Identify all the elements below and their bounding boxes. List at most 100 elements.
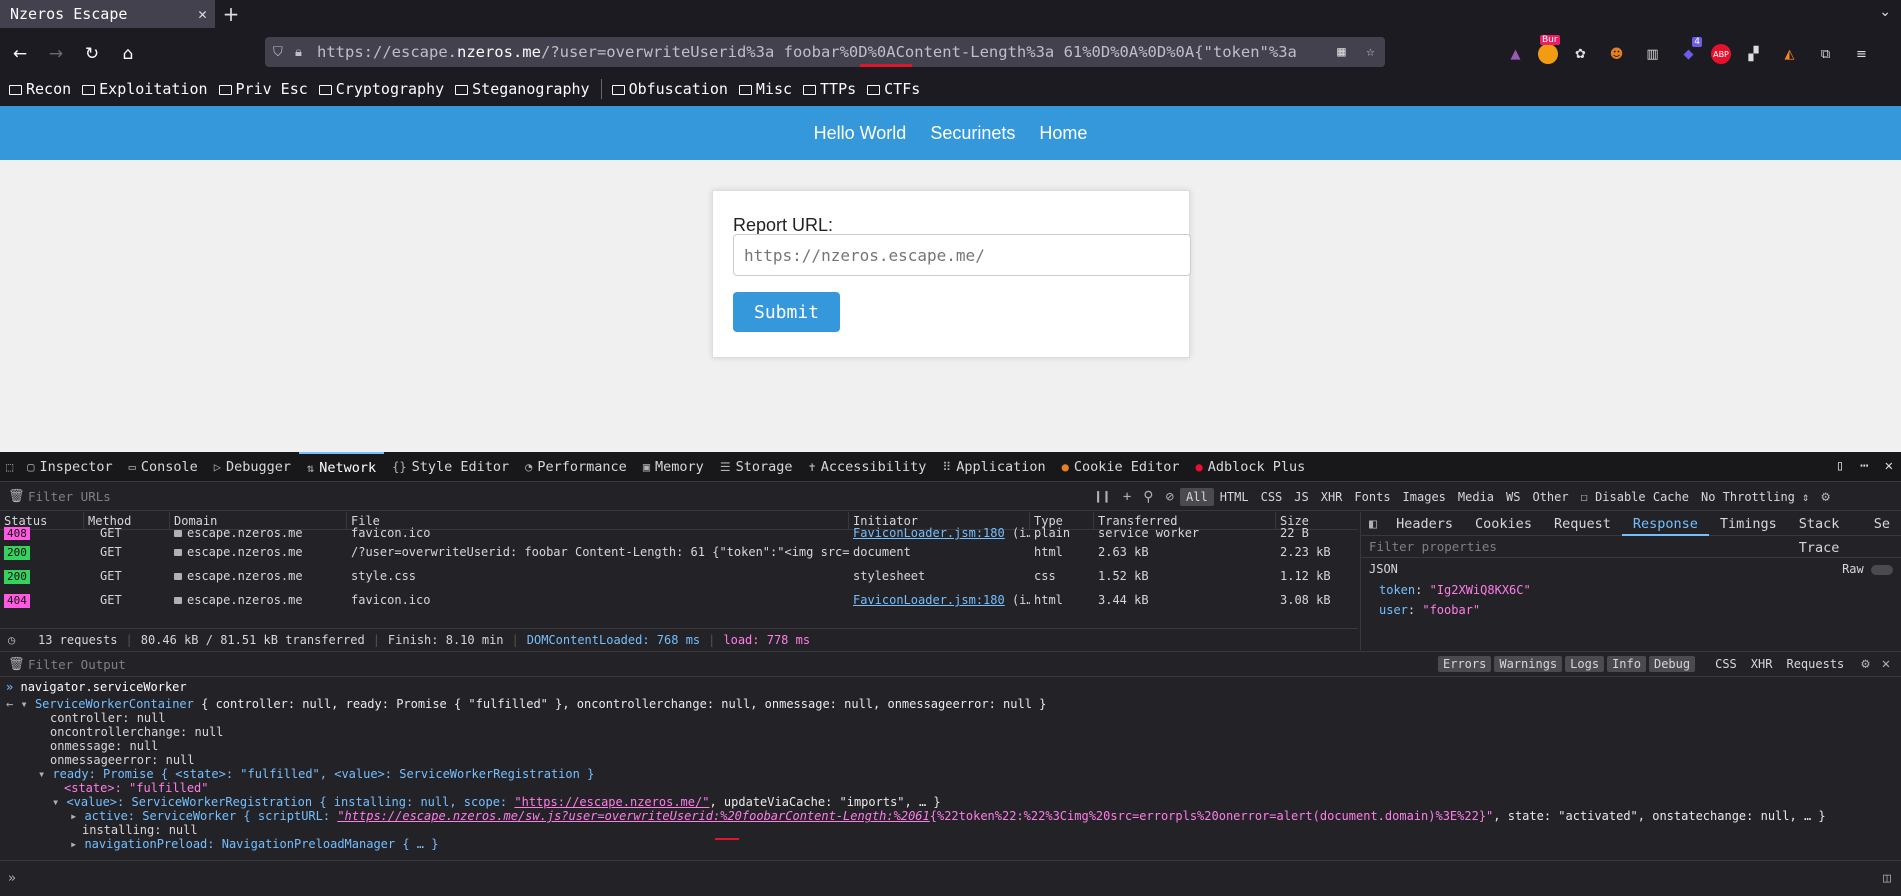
pause-icon[interactable]: ❙❙ [1094,489,1111,505]
filter-debug[interactable]: Debug [1648,656,1696,672]
bookmark-folder-recon[interactable]: Recon [9,80,71,98]
tree-node-active[interactable]: ▸ active: ServiceWorker { scriptURL: "ht… [0,809,1901,823]
settings-gear-icon[interactable]: ⚙ [1861,656,1869,672]
bookmark-folder-misc[interactable]: Misc [738,80,792,98]
dock-icon[interactable]: ▯ [1836,458,1844,474]
close-split-console-icon[interactable]: ✕ [1882,656,1890,672]
submit-button[interactable]: Submit [733,292,840,332]
filter-info[interactable]: Info [1607,656,1646,672]
trash-icon[interactable]: 🗑︎ [8,489,25,504]
user-agent-icon[interactable]: ☻ [1603,41,1630,68]
settings-gear-icon[interactable]: ⚙ [1821,489,1829,505]
table-row[interactable]: 200 GET escape.nzeros.me /?user=overwrit… [0,540,1358,564]
add-icon[interactable]: + [1123,489,1131,505]
nav-link-securinets[interactable]: Securinets [918,123,1027,144]
report-url-input[interactable] [733,234,1191,276]
forward-button[interactable]: → [38,40,74,68]
lock-icon[interactable]: 🔒︎ [295,45,317,60]
metamask-icon[interactable]: ◭ [1776,41,1803,68]
tab-stack-trace[interactable]: Stack Trace [1788,512,1863,556]
block-icon[interactable]: ⊘ [1166,489,1174,505]
filter-images[interactable]: Images [1397,488,1452,506]
toggle-sidebar-icon[interactable]: ◧ [1361,512,1385,536]
filter-css[interactable]: CSS [1255,488,1289,506]
tab-application[interactable]: ⠿ Application [934,452,1053,482]
adblock-plus-icon[interactable]: ABP [1711,44,1731,64]
new-tab-button[interactable]: + [215,2,247,26]
home-button[interactable]: ⌂ [110,40,146,68]
trash-icon[interactable]: 🗑︎ [8,657,25,672]
tree-node-ready[interactable]: ▾ ready: Promise { <state>: "fulfilled",… [0,767,1901,781]
script-url-link[interactable]: "https://escape.nzeros.me/sw.js?user=ove… [337,809,929,823]
initiator-link[interactable]: FaviconLoader.jsm:180 [853,526,1005,540]
tree-node-navpreload[interactable]: ▸ navigationPreload: NavigationPreloadMa… [0,837,1901,851]
tab-response[interactable]: Response [1621,512,1709,536]
bookmark-folder-priv-esc[interactable]: Priv Esc [218,80,308,98]
tab-inspector[interactable]: ▢ Inspector [19,452,120,482]
wappalyzer-icon[interactable]: ◆ 4 [1675,36,1702,68]
toggle-switch[interactable] [1871,564,1893,575]
reload-button[interactable]: ↻ [74,40,110,68]
bookmark-star-icon[interactable]: ☆ [1366,44,1374,60]
filter-ws[interactable]: WS [1500,488,1526,506]
filter-errors[interactable]: Errors [1438,656,1492,672]
disable-cache-checkbox[interactable]: ☐ Disable Cache [1575,488,1695,506]
filter-xhr[interactable]: XHR [1315,488,1349,506]
menu-icon[interactable]: ≡ [1848,41,1875,68]
bookmark-folder-cryptography[interactable]: Cryptography [318,80,444,98]
table-row[interactable]: 404 GET escape.nzeros.me favicon.ico Fav… [0,588,1358,612]
browser-tab[interactable]: Nzeros Escape ✕ [0,0,215,28]
filter-other[interactable]: Other [1526,488,1574,506]
filter-logs[interactable]: Logs [1565,656,1605,672]
tree-node-value[interactable]: ▾ <value>: ServiceWorkerRegistration { i… [0,795,1901,809]
bookmark-folder-ttps[interactable]: TTPs [803,80,856,98]
nav-link-hello-world[interactable]: Hello World [802,123,919,144]
more-options-icon[interactable]: ⋯ [1860,458,1868,474]
scope-link[interactable]: "https://escape.nzeros.me/" [514,795,709,809]
table-row[interactable]: 200 GET escape.nzeros.me style.css style… [0,564,1358,588]
tab-adblock-plus[interactable]: ● Adblock Plus [1188,452,1314,482]
filter-js[interactable]: JS [1288,488,1314,506]
tab-debugger[interactable]: ▷ Debugger [206,452,299,482]
tab-memory[interactable]: ▣ Memory [635,452,712,482]
tab-cookie-editor[interactable]: ● Cookie Editor [1054,452,1188,482]
filter-css[interactable]: CSS [1708,656,1744,672]
tor-icon[interactable]: ▲ [1502,41,1529,68]
tab-cookies[interactable]: Cookies [1464,512,1543,536]
filter-xhr[interactable]: XHR [1744,656,1780,672]
throttling-select[interactable]: No Throttling ⇕ [1695,488,1815,506]
shield-icon[interactable]: ⛉ [273,45,295,60]
pick-element-button[interactable]: ⬚ [0,452,19,482]
tab-security[interactable]: Se [1863,512,1901,536]
filter-warnings[interactable]: Warnings [1494,656,1563,672]
filter-html[interactable]: HTML [1214,488,1255,506]
extensions-puzzle-icon[interactable]: ⧉ [1812,41,1839,68]
filter-media[interactable]: Media [1452,488,1500,506]
console-input[interactable]: » ◫ [0,860,1901,896]
bookmark-folder-ctfs[interactable]: CTFs [867,80,920,98]
search-icon[interactable]: ⚲ [1143,489,1153,505]
grid-icon[interactable]: ▞ [1740,41,1767,68]
bookmark-folder-steganography[interactable]: Steganography [455,80,590,98]
close-tab-icon[interactable]: ✕ [198,5,207,23]
back-button[interactable]: ← [2,40,38,68]
initiator-link[interactable]: FaviconLoader.jsm:180 [853,593,1005,607]
tab-style-editor[interactable]: {} Style Editor [384,452,517,482]
cookie-icon[interactable]: ✿ [1567,41,1594,68]
qr-code-icon[interactable]: ▦ [1337,44,1345,60]
filter-output-input[interactable]: Filter Output [28,657,1438,672]
filter-all[interactable]: All [1180,487,1214,506]
filter-fonts[interactable]: Fonts [1348,488,1396,506]
tab-network[interactable]: ⇅ Network [299,451,385,482]
tab-accessibility[interactable]: ✝ Accessibility [801,452,935,482]
table-row[interactable]: 408 GET escape.nzeros.me favicon.ico Fav… [0,526,1358,540]
chevron-down-icon[interactable]: ⌄ [1879,4,1891,20]
console-result[interactable]: ← ▾ ServiceWorkerContainer { controller:… [0,697,1901,711]
address-bar[interactable]: ⛉ 🔒︎ https://escape. nzeros.me/?user=over… [265,37,1385,67]
burp-extension-icon[interactable]: Bur [1538,35,1560,64]
raw-toggle[interactable]: Raw [1842,562,1893,576]
nav-link-home[interactable]: Home [1027,123,1099,144]
tab-performance[interactable]: ◔ Performance [517,452,635,482]
bookmark-folder-obfuscation[interactable]: Obfuscation [611,80,728,98]
editor-mode-icon[interactable]: ◫ [1883,871,1891,886]
